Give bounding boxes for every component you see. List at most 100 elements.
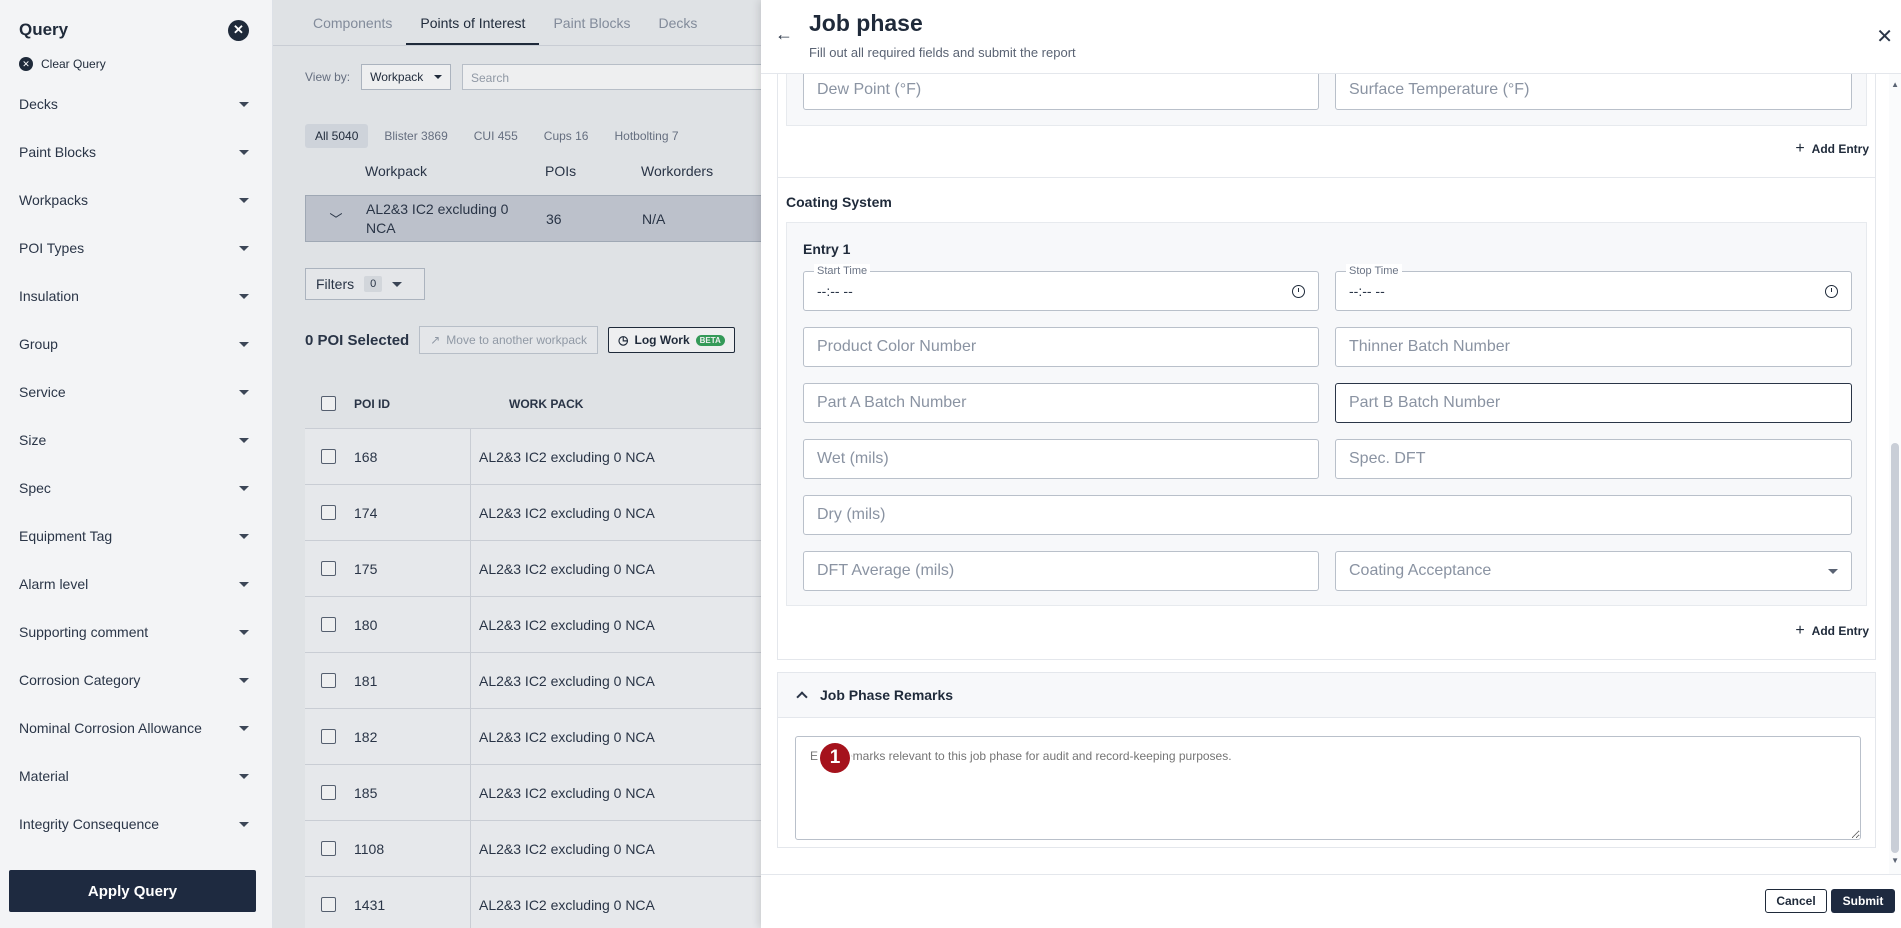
part-a-batch-number-field[interactable]: Part A Batch Number — [803, 383, 1319, 423]
thinner-batch-number-field[interactable]: Thinner Batch Number — [1335, 327, 1852, 367]
caret-down-icon — [239, 629, 249, 635]
coating-acceptance-select[interactable]: Coating Acceptance — [1335, 551, 1852, 591]
close-icon[interactable]: ✕ — [1876, 24, 1893, 49]
add-entry-button[interactable]: + Add Entry — [1795, 140, 1869, 158]
clock-icon[interactable] — [1292, 284, 1305, 298]
filter-nominal-corrosion-allowance[interactable]: Nominal Corrosion Allowance — [0, 704, 272, 752]
clock-icon[interactable] — [1825, 284, 1838, 298]
filter-alarm-level[interactable]: Alarm level — [0, 560, 272, 608]
work-pack: AL2&3 IC2 excluding 0 NCA — [470, 653, 655, 708]
chevron-up-icon[interactable] — [796, 691, 808, 703]
poi-id-header: POI ID — [354, 396, 391, 411]
filter-decks[interactable]: Decks — [0, 80, 272, 128]
filter-corrosion-category[interactable]: Corrosion Category — [0, 656, 272, 704]
filter-material[interactable]: Material — [0, 752, 272, 800]
filter-group[interactable]: Group — [0, 320, 272, 368]
view-by-select[interactable]: Workpack — [361, 64, 452, 90]
row-checkbox[interactable] — [321, 841, 336, 856]
row-checkbox[interactable] — [321, 897, 336, 912]
clear-query-button[interactable]: ✕ Clear Query — [0, 54, 272, 74]
plus-icon: + — [1795, 140, 1805, 157]
workpack-row[interactable]: ﹀ AL2&3 IC2 excluding 0 NCA 36 N/A — [305, 195, 775, 242]
table-row[interactable]: 175 AL2&3 IC2 excluding 0 NCA — [305, 541, 775, 597]
filter-integrity-consequence[interactable]: Integrity Consequence — [0, 800, 272, 848]
chip-blister[interactable]: Blister 3869 — [374, 124, 457, 148]
workpack-name-line2: NCA — [366, 219, 396, 236]
table-row[interactable]: 1431 AL2&3 IC2 excluding 0 NCA — [305, 877, 775, 928]
chip-hotbolting[interactable]: Hotbolting 7 — [604, 124, 688, 148]
caret-down-icon — [239, 197, 249, 203]
scroll-up-icon[interactable]: ▲ — [1891, 80, 1899, 89]
tab-points-of-interest[interactable]: Points of Interest — [406, 15, 540, 45]
cancel-button[interactable]: Cancel — [1765, 889, 1827, 913]
table-row[interactable]: 180 AL2&3 IC2 excluding 0 NCA — [305, 597, 775, 653]
select-all-checkbox[interactable] — [321, 396, 336, 411]
row-checkbox[interactable] — [321, 729, 336, 744]
thinner-batch-placeholder: Thinner Batch Number — [1349, 338, 1510, 355]
tab-paint-blocks[interactable]: Paint Blocks — [539, 15, 644, 45]
filter-equipment-tag[interactable]: Equipment Tag — [0, 512, 272, 560]
filter-supporting-comment[interactable]: Supporting comment — [0, 608, 272, 656]
search-input[interactable]: Search — [462, 64, 782, 90]
log-work-button[interactable]: ◷ Log Work BETA — [608, 327, 735, 353]
stop-time-field[interactable]: Stop Time --:-- -- — [1335, 264, 1852, 311]
tab-components[interactable]: Components — [299, 15, 406, 45]
filter-service[interactable]: Service — [0, 368, 272, 416]
remarks-title: Job Phase Remarks — [820, 687, 954, 703]
surface-temperature-field[interactable]: Surface Temperature (°F) — [1335, 74, 1852, 110]
filter-paint-blocks[interactable]: Paint Blocks — [0, 128, 272, 176]
move-workpack-button[interactable]: ↗ Move to another workpack — [419, 326, 599, 354]
surface-temperature-placeholder: Surface Temperature (°F) — [1349, 81, 1530, 98]
product-color-number-field[interactable]: Product Color Number — [803, 327, 1319, 367]
table-row[interactable]: 174 AL2&3 IC2 excluding 0 NCA — [305, 485, 775, 541]
row-checkbox[interactable] — [321, 561, 336, 576]
dft-average-field[interactable]: DFT Average (mils) — [803, 551, 1319, 591]
drawer-body: Dew Point (°F) Surface Temperature (°F) … — [761, 74, 1901, 874]
row-checkbox[interactable] — [321, 449, 336, 464]
chevron-down-icon[interactable]: ﹀ — [306, 209, 366, 228]
scroll-down-icon[interactable]: ▼ — [1891, 856, 1899, 865]
work-pack: AL2&3 IC2 excluding 0 NCA — [470, 765, 655, 820]
spec-dft-placeholder: Spec. DFT — [1349, 450, 1426, 467]
caret-down-icon — [239, 341, 249, 347]
row-checkbox[interactable] — [321, 785, 336, 800]
chip-all[interactable]: All 5040 — [305, 124, 369, 148]
part-b-batch-number-field[interactable]: Part B Batch Number — [1335, 383, 1852, 423]
scrollbar-thumb[interactable] — [1891, 443, 1899, 853]
wet-mils-field[interactable]: Wet (mils) — [803, 439, 1319, 479]
dew-point-field[interactable]: Dew Point (°F) — [803, 74, 1319, 110]
remarks-textarea[interactable] — [795, 736, 1861, 840]
filter-label: Service — [19, 384, 66, 400]
caret-down-icon — [239, 485, 249, 491]
job-phase-remarks-header[interactable]: Job Phase Remarks — [777, 672, 1876, 718]
submit-button[interactable]: Submit — [1831, 889, 1895, 913]
table-row[interactable]: 185 AL2&3 IC2 excluding 0 NCA — [305, 765, 775, 821]
table-row[interactable]: 182 AL2&3 IC2 excluding 0 NCA — [305, 709, 775, 765]
filter-workpacks[interactable]: Workpacks — [0, 176, 272, 224]
back-arrow-icon[interactable]: ← — [775, 24, 793, 45]
chip-cups[interactable]: Cups 16 — [534, 124, 599, 148]
filters-button[interactable]: Filters 0 — [305, 268, 425, 300]
table-row[interactable]: 168 AL2&3 IC2 excluding 0 NCA — [305, 429, 775, 485]
filter-spec[interactable]: Spec — [0, 464, 272, 512]
filter-size[interactable]: Size — [0, 416, 272, 464]
work-pack: AL2&3 IC2 excluding 0 NCA — [470, 429, 655, 484]
dry-mils-field[interactable]: Dry (mils) — [803, 495, 1852, 535]
row-checkbox[interactable] — [321, 673, 336, 688]
apply-query-button[interactable]: Apply Query — [9, 870, 256, 912]
caret-down-icon — [239, 437, 249, 443]
close-query-icon[interactable]: ✕ — [228, 19, 249, 41]
view-by-value: Workpack — [370, 70, 424, 84]
chip-cui[interactable]: CUI 455 — [464, 124, 528, 148]
add-entry-button[interactable]: + Add Entry — [1795, 622, 1869, 640]
filter-poi-types[interactable]: POI Types — [0, 224, 272, 272]
poi-id: 182 — [354, 728, 378, 745]
start-time-field[interactable]: Start Time --:-- -- — [803, 264, 1319, 311]
spec-dft-field[interactable]: Spec. DFT — [1335, 439, 1852, 479]
table-row[interactable]: 1108 AL2&3 IC2 excluding 0 NCA — [305, 821, 775, 877]
filter-insulation[interactable]: Insulation — [0, 272, 272, 320]
table-row[interactable]: 181 AL2&3 IC2 excluding 0 NCA — [305, 653, 775, 709]
row-checkbox[interactable] — [321, 617, 336, 632]
row-checkbox[interactable] — [321, 505, 336, 520]
tab-decks[interactable]: Decks — [645, 15, 712, 45]
